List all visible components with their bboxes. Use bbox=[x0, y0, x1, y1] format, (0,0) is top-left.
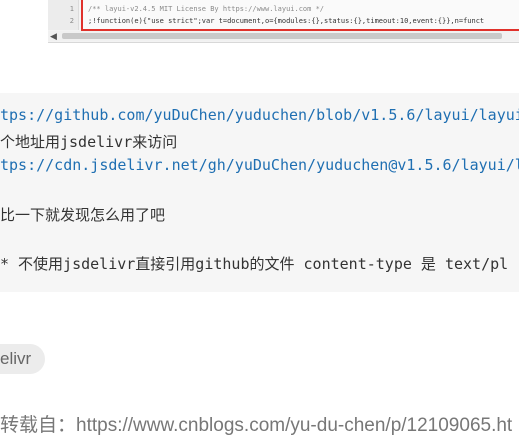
line-number: 2 bbox=[69, 17, 74, 25]
tag-jsdelivr[interactable]: elivr bbox=[0, 344, 46, 374]
code-line-content-type: * 不使用jsdelivr直接引用github的文件 content-type … bbox=[0, 255, 509, 273]
code-screenshot-image: 1 2 /** layui-v2.4.5 MIT License By http… bbox=[48, 0, 519, 43]
line-number-gutter: 1 2 bbox=[48, 0, 79, 30]
code-source-line: ;!function(e){"use strict";var t=documen… bbox=[88, 17, 485, 25]
github-link[interactable]: tps://github.com/yuDuChen/yuduchen/blob/… bbox=[0, 106, 519, 124]
code-block: tps://github.com/yuDuChen/yuduchen/blob/… bbox=[0, 93, 519, 292]
code-line-compare: 比一下就发现怎么用了吧 bbox=[0, 206, 166, 224]
horizontal-scrollbar[interactable]: ◀ bbox=[48, 31, 519, 41]
repost-source: 转载自：https://www.cnblogs.com/yu-du-chen/p… bbox=[0, 415, 513, 436]
code-line-github-url: tps://github.com/yuDuChen/yuduchen/blob/… bbox=[0, 106, 519, 124]
code-line-jsdelivr-url: tps://cdn.jsdelivr.net/gh/yuDuChen/yuduc… bbox=[0, 156, 519, 174]
code-comment-line: /** layui-v2.4.5 MIT License By https://… bbox=[88, 5, 325, 13]
line-number: 1 bbox=[69, 5, 74, 13]
scrollbar-thumb[interactable] bbox=[62, 33, 502, 39]
scroll-left-icon[interactable]: ◀ bbox=[50, 31, 57, 41]
code-line-note: 个地址用jsdelivr来访问 bbox=[0, 133, 178, 151]
jsdelivr-link[interactable]: tps://cdn.jsdelivr.net/gh/yuDuChen/yuduc… bbox=[0, 156, 519, 174]
